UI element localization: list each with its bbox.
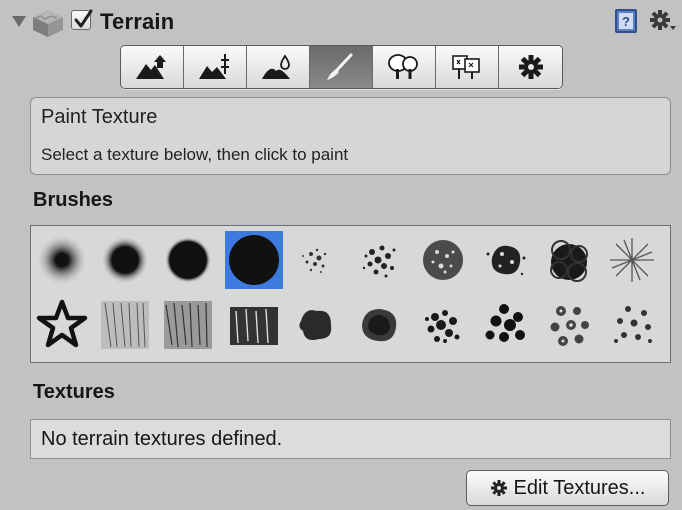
dots-brush-icon xyxy=(485,304,525,342)
terrain-cube-icon xyxy=(33,10,63,37)
terrain-tools-toolbar xyxy=(120,45,563,89)
brushes-grid xyxy=(30,225,671,363)
terrain-settings-tool[interactable] xyxy=(499,46,562,88)
brush-texture-strokes-light[interactable] xyxy=(96,296,154,354)
dots-brush-icon xyxy=(425,310,460,343)
foldout-arrow-icon[interactable] xyxy=(12,16,26,27)
enabled-checkbox[interactable] xyxy=(71,9,93,30)
smooth-height-icon xyxy=(262,54,290,79)
starburst-brush-icon xyxy=(610,238,654,282)
raise-lower-terrain-tool[interactable] xyxy=(121,46,184,88)
brush-blot-soft[interactable] xyxy=(351,296,409,354)
edit-textures-label: Edit Textures... xyxy=(513,476,646,499)
component-title: Terrain xyxy=(100,9,175,34)
set-height-tool[interactable] xyxy=(184,46,247,88)
help-book-icon[interactable]: ? xyxy=(613,8,639,34)
brush-rings[interactable] xyxy=(540,231,598,289)
tool-title: Paint Texture xyxy=(41,106,158,128)
noise-brush-icon xyxy=(423,240,463,280)
blot-brush-icon xyxy=(362,309,397,342)
brush-splatter[interactable] xyxy=(477,231,535,289)
gear-icon xyxy=(490,480,507,496)
checkmark-icon xyxy=(74,9,93,28)
terrain-settings-gear-icon xyxy=(518,55,543,79)
paint-details-tool[interactable] xyxy=(436,46,499,88)
brush-dots-large[interactable] xyxy=(477,296,535,354)
texture-brush-icon xyxy=(101,301,149,349)
paint-texture-tool[interactable] xyxy=(310,46,373,88)
gear-menu-icon[interactable] xyxy=(650,9,678,33)
svg-text:?: ? xyxy=(622,14,630,29)
speckle-brush-icon xyxy=(302,248,327,273)
tool-info-box: Paint Texture Select a texture below, th… xyxy=(30,97,671,175)
texture-brush-icon xyxy=(230,307,278,345)
tool-description: Select a texture below, then click to pa… xyxy=(41,145,349,164)
brush-hard-round[interactable] xyxy=(225,231,283,289)
brush-scatter-texture[interactable] xyxy=(540,296,598,354)
brush-blot-small[interactable] xyxy=(288,296,346,354)
textures-heading: Textures xyxy=(33,381,115,403)
brush-soft-small[interactable] xyxy=(33,231,91,289)
soft-round-brush-icon xyxy=(101,236,149,284)
inspector-header: Terrain ? xyxy=(0,0,682,44)
scatter-brush-icon xyxy=(614,306,652,343)
brush-starburst[interactable] xyxy=(603,231,661,289)
hard-round-brush-icon xyxy=(229,235,279,285)
soft-round-brush-icon xyxy=(36,234,88,286)
round-brush-icon xyxy=(165,237,211,283)
smooth-height-tool[interactable] xyxy=(247,46,310,88)
star-brush-icon xyxy=(36,299,88,348)
blot-brush-icon xyxy=(299,310,332,340)
brush-scatter-small[interactable] xyxy=(603,296,661,354)
brush-soft-medium[interactable] xyxy=(96,231,154,289)
place-trees-tool[interactable] xyxy=(373,46,436,88)
no-textures-message: No terrain textures defined. xyxy=(41,428,283,450)
splatter-brush-icon xyxy=(486,245,526,276)
scatter-brush-icon xyxy=(550,306,589,346)
brush-soft-large[interactable] xyxy=(159,231,217,289)
brush-speckle-dense[interactable] xyxy=(351,231,409,289)
paint-details-icon xyxy=(452,55,480,79)
brush-texture-grain[interactable] xyxy=(159,296,217,354)
paint-texture-brush-icon xyxy=(327,53,353,80)
speckle-brush-icon xyxy=(362,245,396,278)
brush-star[interactable] xyxy=(33,296,91,354)
raise-lower-terrain-icon xyxy=(136,55,166,79)
brush-dots-cluster[interactable] xyxy=(414,296,472,354)
rings-brush-icon xyxy=(550,240,588,282)
brush-noise-round[interactable] xyxy=(414,231,472,289)
texture-brush-icon xyxy=(164,301,212,349)
place-trees-icon xyxy=(388,54,418,79)
set-height-icon xyxy=(199,54,229,79)
brush-speckle-light[interactable] xyxy=(288,231,346,289)
brushes-heading: Brushes xyxy=(33,189,114,211)
edit-textures-button[interactable]: Edit Textures... xyxy=(466,470,669,506)
brush-texture-strokes-dark[interactable] xyxy=(225,296,283,354)
textures-list: No terrain textures defined. xyxy=(30,419,671,459)
